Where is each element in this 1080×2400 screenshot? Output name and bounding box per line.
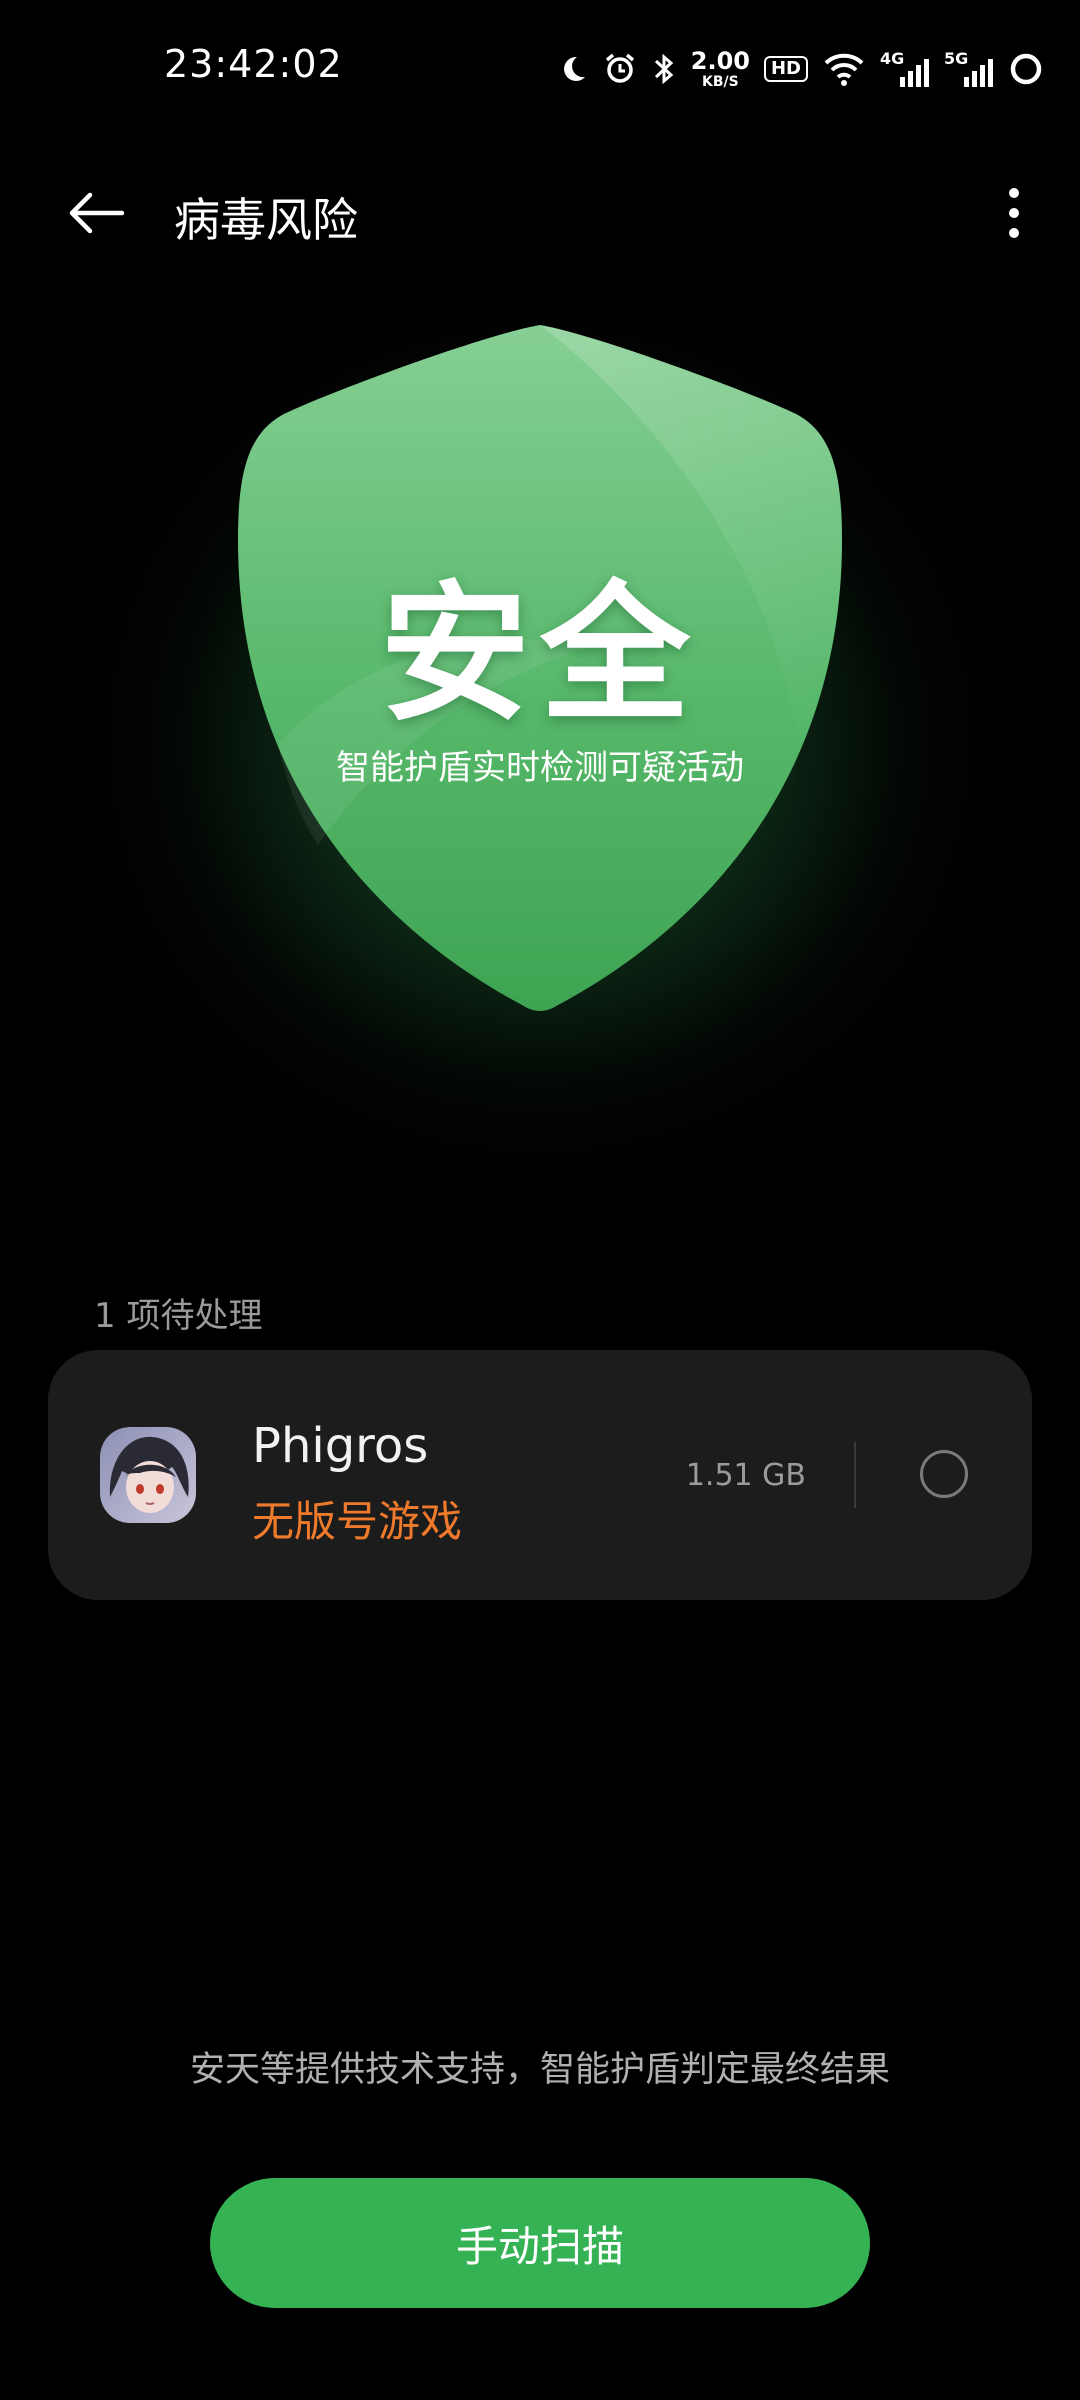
- status-time: 23:42:02: [164, 42, 343, 86]
- app-bar: 病毒风险: [0, 160, 1080, 270]
- network-speed-value: 2.00: [690, 47, 750, 75]
- status-icons: 2.00 KB/S HD 4G 5G: [557, 44, 1044, 94]
- app-icon-phigros: [100, 1427, 196, 1523]
- network-speed: 2.00 KB/S: [691, 49, 750, 89]
- manual-scan-button[interactable]: 手动扫描: [210, 2178, 870, 2308]
- moon-icon: [557, 53, 589, 85]
- battery-ring-icon: [1008, 51, 1044, 87]
- security-status-text: 安全: [379, 568, 700, 742]
- page-title: 病毒风险: [174, 193, 358, 247]
- card-divider: [854, 1442, 856, 1508]
- pending-count-label: 1 项待处理: [94, 1296, 263, 1336]
- security-status-subtitle: 智能护盾实时检测可疑活动: [336, 748, 744, 788]
- security-status-hero: 安全 智能护盾实时检测可疑活动: [0, 280, 1080, 1170]
- app-name: Phigros: [252, 1418, 429, 1474]
- app-size: 1.51 GB: [685, 1458, 806, 1493]
- alarm-icon: [603, 52, 637, 86]
- status-bar: 23:42:02 2.00 KB/S HD 4G 5G: [0, 0, 1080, 130]
- hd-voice-badge: HD: [763, 56, 808, 82]
- more-options-button[interactable]: [984, 180, 1044, 250]
- signal-icon-sim1: 4G: [880, 49, 930, 89]
- signal-icon-sim2: 5G: [944, 49, 994, 89]
- tech-support-note: 安天等提供技术支持，智能护盾判定最终结果: [189, 2050, 890, 2090]
- bluetooth-icon: [651, 51, 677, 87]
- app-risk-reason: 无版号游戏: [252, 1497, 463, 1546]
- back-button[interactable]: [56, 180, 136, 250]
- risk-item-card[interactable]: Phigros 无版号游戏 1.51 GB: [48, 1350, 1032, 1600]
- more-vertical-icon: [1007, 187, 1021, 243]
- wifi-icon: [822, 51, 866, 87]
- select-radio[interactable]: [920, 1450, 968, 1498]
- network-speed-unit: KB/S: [702, 74, 739, 90]
- arrow-left-icon: [66, 191, 126, 239]
